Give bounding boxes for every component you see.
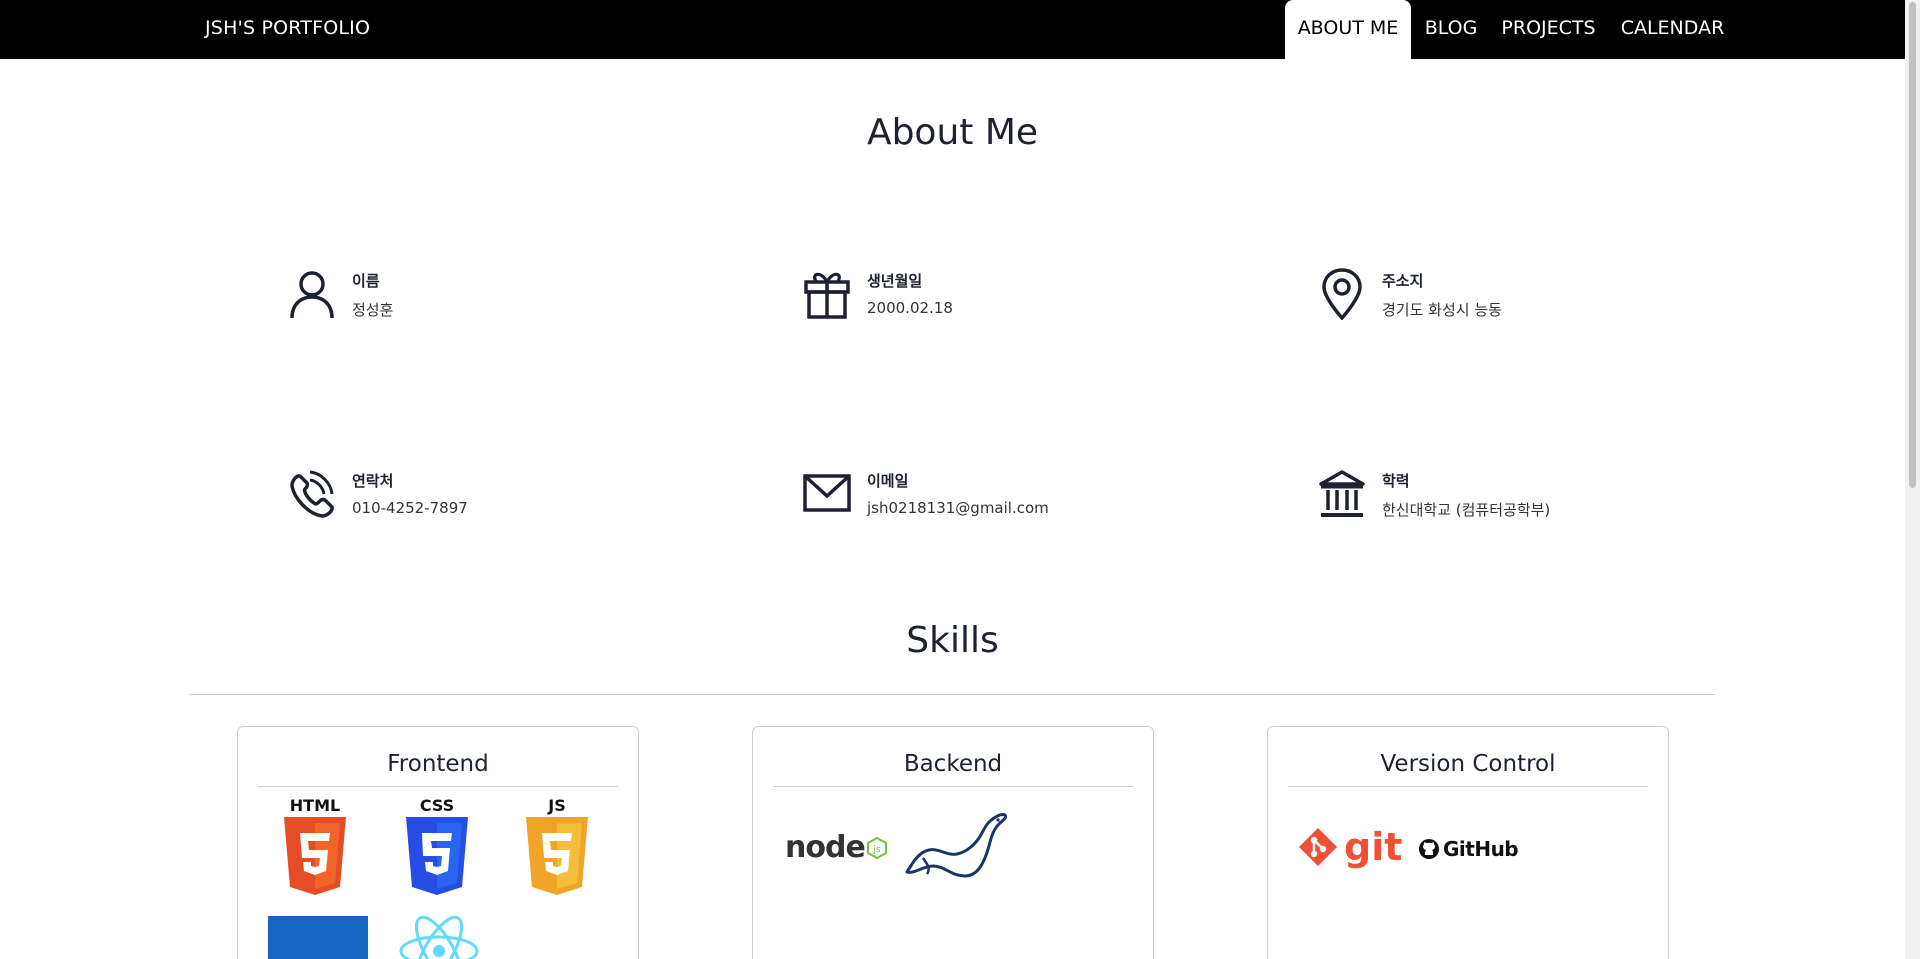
github-logo: GitHub	[1418, 837, 1519, 861]
info-value: 정성훈	[352, 301, 394, 319]
info-label: 연락처	[352, 472, 394, 490]
about-me-title: About Me	[866, 112, 1039, 153]
git-logo: git	[1298, 827, 1402, 867]
info-label: 생년월일	[867, 272, 923, 290]
nodejs-hex-icon: js	[866, 836, 887, 859]
info-label: 이름	[352, 272, 380, 290]
card-divider	[1288, 786, 1648, 787]
skills-title: Skills	[906, 620, 999, 661]
git-diamond-icon	[1299, 828, 1337, 866]
skills-divider	[190, 694, 1715, 695]
js-logo-text: JS	[547, 796, 565, 815]
info-item-address: 주소지 경기도 화성시 능동	[1318, 268, 1502, 320]
info-item-name: 이름 정성훈	[288, 268, 393, 320]
github-logo-text: GitHub	[1443, 837, 1519, 861]
phone-icon	[290, 470, 334, 518]
page-scrollbar[interactable]	[1905, 0, 1920, 959]
css3-logo: CSS	[406, 796, 468, 895]
brand-logo-text[interactable]: JSH'S PORTFOLIO	[205, 17, 370, 39]
skill-card-version-control: Version Control git GitHub	[1267, 726, 1669, 959]
mariadb-seal-logo	[905, 813, 1007, 878]
html-logo-text: HTML	[290, 796, 340, 815]
svg-text:js: js	[872, 845, 881, 855]
nav-item-projects[interactable]: PROJECTS	[1491, 0, 1606, 59]
skill-card-frontend: Frontend HTML CSS JS	[237, 726, 639, 959]
html5-logo: HTML	[284, 796, 346, 895]
info-label: 학력	[1382, 472, 1410, 490]
location-pin-icon	[1322, 268, 1362, 320]
javascript-logo: JS	[526, 796, 588, 895]
info-item-phone: 연락처 010-4252-7897	[288, 468, 468, 520]
gift-icon	[804, 272, 850, 319]
nav-item-calendar[interactable]: CALENDAR	[1610, 0, 1735, 59]
nav-item-blog[interactable]: BLOG	[1411, 0, 1491, 59]
nodejs-logo-text: node	[785, 830, 866, 865]
top-navbar: JSH'S PORTFOLIO ABOUT ME BLOG PROJECTS C…	[0, 0, 1905, 59]
info-value: 010-4252-7897	[352, 499, 468, 517]
person-icon	[290, 271, 334, 319]
nodejs-logo: node js	[785, 830, 887, 865]
tech-logo-tile	[268, 916, 368, 959]
card-title: Backend	[903, 751, 1003, 777]
info-label: 이메일	[867, 472, 909, 490]
info-value: jsh0218131@gmail.com	[867, 499, 1049, 517]
info-label: 주소지	[1382, 272, 1424, 290]
skill-card-backend: Backend node js	[752, 726, 1154, 959]
github-octocat-icon	[1419, 839, 1439, 859]
git-logo-text: git	[1344, 825, 1403, 869]
card-divider	[773, 786, 1133, 787]
info-value: 경기도 화성시 능동	[1382, 301, 1502, 319]
bank-icon	[1319, 470, 1365, 517]
nav-item-about-me[interactable]: ABOUT ME	[1285, 0, 1411, 59]
info-item-email: 이메일 jsh0218131@gmail.com	[803, 468, 1049, 520]
info-value: 2000.02.18	[867, 299, 953, 317]
css-logo-text: CSS	[420, 796, 454, 815]
card-title: Version Control	[1380, 751, 1556, 777]
info-item-birthday: 생년월일 2000.02.18	[803, 268, 953, 320]
card-title: Frontend	[387, 751, 489, 777]
envelope-icon	[803, 474, 851, 512]
scrollbar-thumb[interactable]	[1909, 2, 1916, 488]
info-item-education: 학력 한신대학교 (컴퓨터공학부)	[1318, 468, 1550, 520]
react-logo	[399, 915, 479, 959]
info-value: 한신대학교 (컴퓨터공학부)	[1382, 501, 1551, 519]
card-divider	[258, 786, 618, 787]
